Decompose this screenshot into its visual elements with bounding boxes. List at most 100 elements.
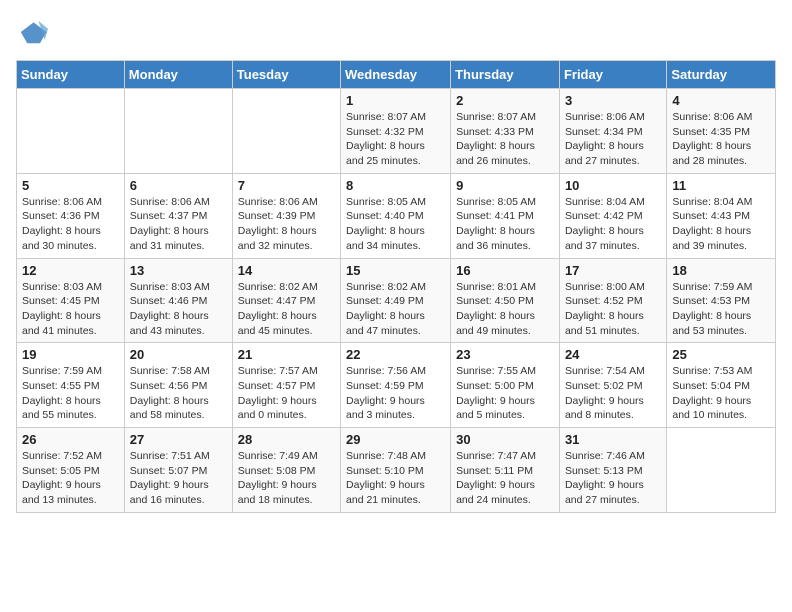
day-number: 3 [565,93,661,108]
calendar-cell: 8 Sunrise: 8:05 AM Sunset: 4:40 PM Daylig… [341,173,451,258]
calendar-cell: 30 Sunrise: 7:47 AM Sunset: 5:11 PM Dayli… [451,428,560,513]
day-info: Sunrise: 7:59 AM Sunset: 4:55 PM Dayligh… [22,364,119,423]
day-number: 24 [565,347,661,362]
day-header-friday: Friday [559,61,666,89]
day-info: Sunrise: 7:53 AM Sunset: 5:04 PM Dayligh… [672,364,770,423]
day-info: Sunrise: 8:02 AM Sunset: 4:49 PM Dayligh… [346,280,445,339]
day-info: Sunrise: 8:06 AM Sunset: 4:39 PM Dayligh… [238,195,335,254]
week-row-2: 5 Sunrise: 8:06 AM Sunset: 4:36 PM Daylig… [17,173,776,258]
day-number: 10 [565,178,661,193]
day-number: 4 [672,93,770,108]
day-info: Sunrise: 7:54 AM Sunset: 5:02 PM Dayligh… [565,364,661,423]
day-header-tuesday: Tuesday [232,61,340,89]
calendar-cell: 7 Sunrise: 8:06 AM Sunset: 4:39 PM Daylig… [232,173,340,258]
day-number: 26 [22,432,119,447]
day-number: 2 [456,93,554,108]
day-info: Sunrise: 8:05 AM Sunset: 4:41 PM Dayligh… [456,195,554,254]
day-info: Sunrise: 7:58 AM Sunset: 4:56 PM Dayligh… [130,364,227,423]
calendar-cell: 22 Sunrise: 7:56 AM Sunset: 4:59 PM Dayli… [341,343,451,428]
day-info: Sunrise: 8:01 AM Sunset: 4:50 PM Dayligh… [456,280,554,339]
calendar-cell: 6 Sunrise: 8:06 AM Sunset: 4:37 PM Daylig… [124,173,232,258]
calendar-cell [17,89,125,174]
calendar-cell: 3 Sunrise: 8:06 AM Sunset: 4:34 PM Daylig… [559,89,666,174]
days-header-row: SundayMondayTuesdayWednesdayThursdayFrid… [17,61,776,89]
calendar-cell: 21Sunrise: 7:57 AM Sunset: 4:57 PM Dayli… [232,343,340,428]
day-info: Sunrise: 7:49 AM Sunset: 5:08 PM Dayligh… [238,449,335,508]
calendar-cell: 24 Sunrise: 7:54 AM Sunset: 5:02 PM Dayli… [559,343,666,428]
calendar-cell: 10 Sunrise: 8:04 AM Sunset: 4:42 PM Dayli… [559,173,666,258]
day-number: 17 [565,263,661,278]
calendar-cell: 5 Sunrise: 8:06 AM Sunset: 4:36 PM Daylig… [17,173,125,258]
day-info: Sunrise: 8:04 AM Sunset: 4:42 PM Dayligh… [565,195,661,254]
day-info: Sunrise: 7:47 AM Sunset: 5:11 PM Dayligh… [456,449,554,508]
day-number: 29 [346,432,445,447]
page-header [16,16,776,48]
day-info: Sunrise: 8:07 AM Sunset: 4:33 PM Dayligh… [456,110,554,169]
calendar-cell: 4 Sunrise: 8:06 AM Sunset: 4:35 PM Daylig… [667,89,776,174]
calendar-cell: 26Sunrise: 7:52 AM Sunset: 5:05 PM Dayli… [17,428,125,513]
calendar-cell: 27Sunrise: 7:51 AM Sunset: 5:07 PM Dayli… [124,428,232,513]
day-number: 31 [565,432,661,447]
day-header-saturday: Saturday [667,61,776,89]
day-header-wednesday: Wednesday [341,61,451,89]
calendar-cell: 23 Sunrise: 7:55 AM Sunset: 5:00 PM Dayli… [451,343,560,428]
week-row-3: 12 Sunrise: 8:03 AM Sunset: 4:45 PM Dayli… [17,258,776,343]
calendar-cell [667,428,776,513]
day-info: Sunrise: 7:56 AM Sunset: 4:59 PM Dayligh… [346,364,445,423]
calendar-cell: 28Sunrise: 7:49 AM Sunset: 5:08 PM Dayli… [232,428,340,513]
day-info: Sunrise: 8:06 AM Sunset: 4:34 PM Dayligh… [565,110,661,169]
day-number: 14 [238,263,335,278]
day-info: Sunrise: 8:06 AM Sunset: 4:37 PM Dayligh… [130,195,227,254]
day-info: Sunrise: 8:05 AM Sunset: 4:40 PM Dayligh… [346,195,445,254]
week-row-5: 26Sunrise: 7:52 AM Sunset: 5:05 PM Dayli… [17,428,776,513]
calendar-cell: 20 Sunrise: 7:58 AM Sunset: 4:56 PM Dayli… [124,343,232,428]
calendar-cell [124,89,232,174]
day-info: Sunrise: 8:07 AM Sunset: 4:32 PM Dayligh… [346,110,445,169]
week-row-4: 19Sunrise: 7:59 AM Sunset: 4:55 PM Dayli… [17,343,776,428]
day-number: 20 [130,347,227,362]
day-number: 21 [238,347,335,362]
day-header-sunday: Sunday [17,61,125,89]
day-number: 8 [346,178,445,193]
calendar-cell: 18 Sunrise: 7:59 AM Sunset: 4:53 PM Dayli… [667,258,776,343]
day-info: Sunrise: 8:00 AM Sunset: 4:52 PM Dayligh… [565,280,661,339]
calendar-cell: 13 Sunrise: 8:03 AM Sunset: 4:46 PM Dayli… [124,258,232,343]
calendar-cell: 11 Sunrise: 8:04 AM Sunset: 4:43 PM Dayli… [667,173,776,258]
day-number: 12 [22,263,119,278]
calendar-cell: 16Sunrise: 8:01 AM Sunset: 4:50 PM Dayli… [451,258,560,343]
day-number: 27 [130,432,227,447]
day-info: Sunrise: 7:55 AM Sunset: 5:00 PM Dayligh… [456,364,554,423]
day-number: 22 [346,347,445,362]
day-info: Sunrise: 8:06 AM Sunset: 4:35 PM Dayligh… [672,110,770,169]
week-row-1: 1 Sunrise: 8:07 AM Sunset: 4:32 PM Daylig… [17,89,776,174]
day-number: 18 [672,263,770,278]
calendar-cell: 29Sunrise: 7:48 AM Sunset: 5:10 PM Dayli… [341,428,451,513]
day-header-thursday: Thursday [451,61,560,89]
day-number: 30 [456,432,554,447]
day-number: 23 [456,347,554,362]
day-info: Sunrise: 8:04 AM Sunset: 4:43 PM Dayligh… [672,195,770,254]
calendar-cell: 31 Sunrise: 7:46 AM Sunset: 5:13 PM Dayli… [559,428,666,513]
day-number: 1 [346,93,445,108]
day-number: 13 [130,263,227,278]
calendar-cell: 2 Sunrise: 8:07 AM Sunset: 4:33 PM Daylig… [451,89,560,174]
calendar-cell: 1 Sunrise: 8:07 AM Sunset: 4:32 PM Daylig… [341,89,451,174]
day-info: Sunrise: 8:02 AM Sunset: 4:47 PM Dayligh… [238,280,335,339]
day-info: Sunrise: 8:03 AM Sunset: 4:45 PM Dayligh… [22,280,119,339]
day-header-monday: Monday [124,61,232,89]
calendar-cell: 25Sunrise: 7:53 AM Sunset: 5:04 PM Dayli… [667,343,776,428]
calendar-cell: 12 Sunrise: 8:03 AM Sunset: 4:45 PM Dayli… [17,258,125,343]
day-number: 5 [22,178,119,193]
day-number: 11 [672,178,770,193]
day-info: Sunrise: 8:03 AM Sunset: 4:46 PM Dayligh… [130,280,227,339]
calendar-cell: 9 Sunrise: 8:05 AM Sunset: 4:41 PM Daylig… [451,173,560,258]
day-number: 9 [456,178,554,193]
calendar-cell: 14 Sunrise: 8:02 AM Sunset: 4:47 PM Dayli… [232,258,340,343]
day-number: 6 [130,178,227,193]
calendar-cell [232,89,340,174]
calendar-table: SundayMondayTuesdayWednesdayThursdayFrid… [16,60,776,513]
day-info: Sunrise: 8:06 AM Sunset: 4:36 PM Dayligh… [22,195,119,254]
day-info: Sunrise: 7:59 AM Sunset: 4:53 PM Dayligh… [672,280,770,339]
day-info: Sunrise: 7:46 AM Sunset: 5:13 PM Dayligh… [565,449,661,508]
day-number: 7 [238,178,335,193]
